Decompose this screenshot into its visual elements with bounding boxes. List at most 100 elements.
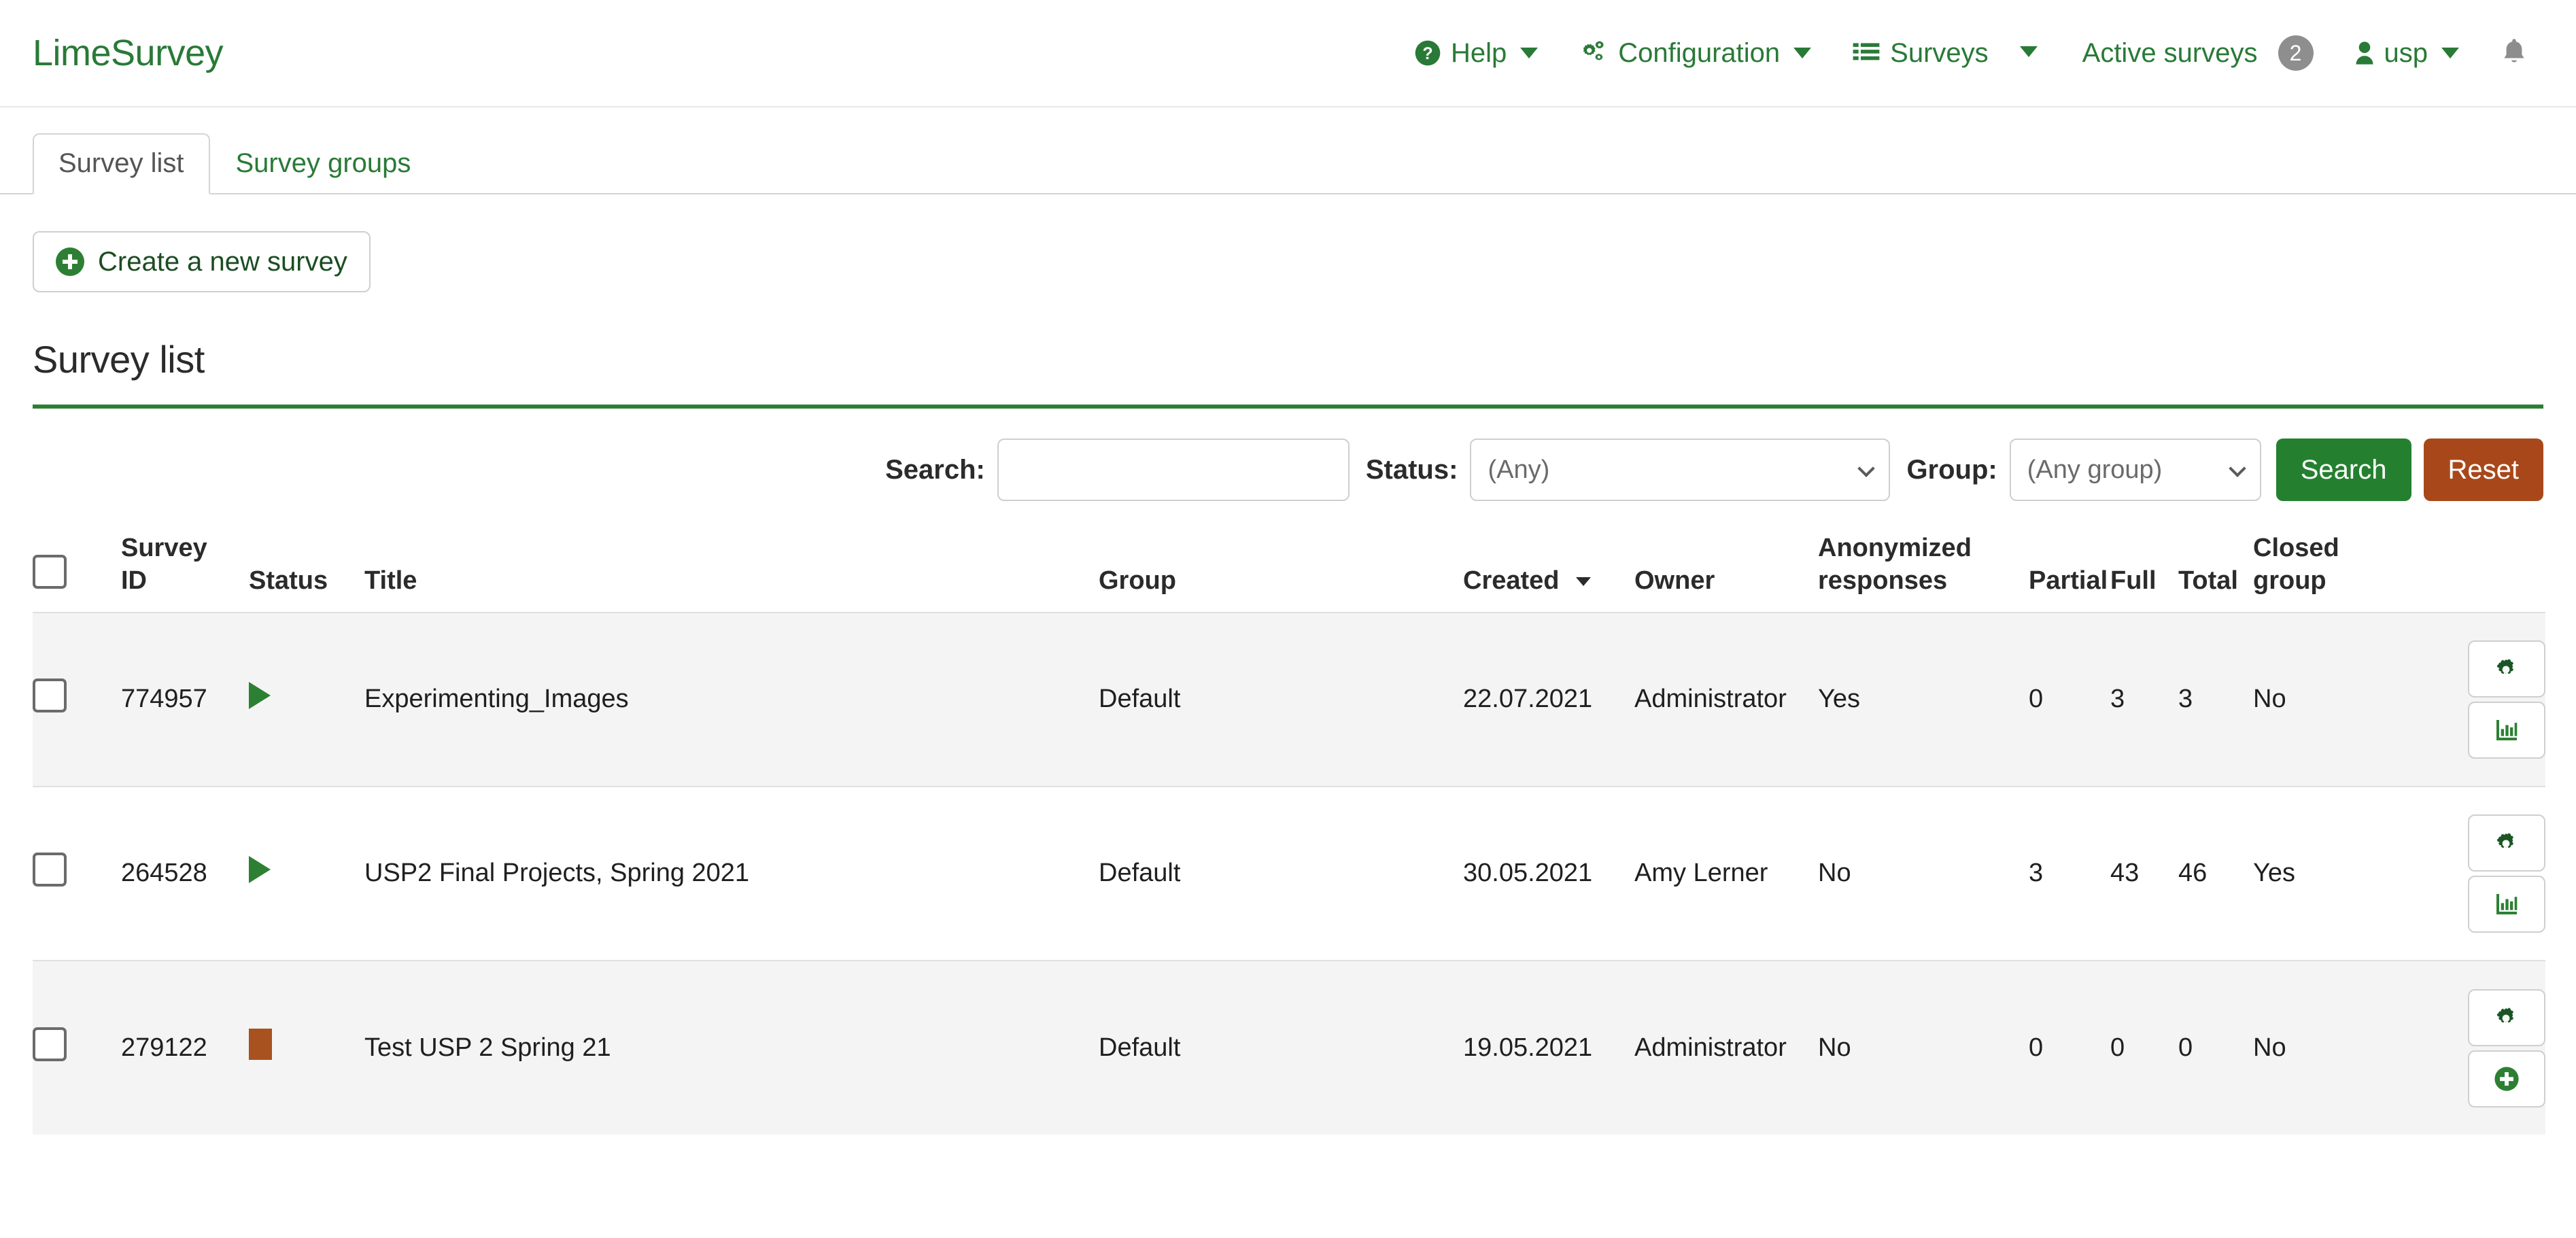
chevron-down-icon (1520, 48, 1539, 58)
table-row[interactable]: 774957 Experimenting_Images Default 22.0… (33, 612, 2545, 787)
search-label: Search: (885, 454, 985, 485)
table-row[interactable]: 264528 USP2 Final Projects, Spring 2021 … (33, 786, 2545, 961)
table-row[interactable]: 279122 Test USP 2 Spring 21 Default 19.0… (33, 960, 2545, 1135)
status-select-wrapper: (Any) (1470, 439, 1891, 501)
group-select-wrapper: (Any group) (2009, 439, 2261, 501)
group-label: Group: (1906, 454, 1997, 485)
filter-bar: Search: Status: (Any) Group: (Any group)… (33, 439, 2543, 501)
header-anonymized-responses[interactable]: Anonymized responses (1818, 532, 2029, 613)
search-button[interactable]: Search (2276, 439, 2411, 501)
nav-item-help[interactable]: ? Help (1394, 38, 1558, 69)
survey-statistics-button[interactable] (2468, 702, 2545, 759)
row-action-stack (2468, 814, 2545, 933)
stop-icon (249, 1028, 272, 1060)
status-label: Status: (1365, 454, 1458, 485)
header-partial[interactable]: Partial (2029, 532, 2110, 613)
cell-partial: 0 (2029, 612, 2110, 787)
play-icon (249, 856, 271, 884)
tabs-bottom-rule (0, 193, 2576, 194)
nav-item-surveys-label: Surveys (1890, 37, 1989, 68)
svg-text:?: ? (1422, 44, 1432, 63)
cell-created: 22.07.2021 (1463, 612, 1634, 787)
cell-group: Default (1099, 786, 1463, 961)
cell-owner: Administrator (1634, 960, 1818, 1135)
nav-item-help-label: Help (1450, 37, 1507, 68)
header-anon-line2: responses (1818, 566, 1948, 595)
row-checkbox[interactable] (33, 1027, 67, 1061)
select-all-checkbox[interactable] (33, 554, 67, 589)
header-survey-id-line1: Survey (121, 534, 207, 562)
cell-owner: Amy Lerner (1634, 786, 1818, 961)
cell-status (249, 960, 364, 1135)
header-created-label: Created (1463, 566, 1560, 595)
nav-item-user-menu[interactable]: usp (2334, 38, 2480, 69)
page-title: Survey list (33, 338, 205, 381)
status-select[interactable]: (Any) (1470, 439, 1891, 501)
group-select[interactable]: (Any group) (2009, 439, 2261, 501)
survey-list-table: Survey ID Status Title Group Created Own… (33, 532, 2545, 1135)
header-anon-line1: Anonymized (1818, 534, 1972, 562)
nav-right-group: ? Help Configuration Surveys Active surv… (1394, 35, 2528, 71)
tab-survey-groups[interactable]: Survey groups (210, 133, 437, 194)
cell-created: 19.05.2021 (1463, 960, 1634, 1135)
header-status[interactable]: Status (249, 532, 364, 613)
list-icon (1852, 39, 1881, 67)
header-survey-id-line2: ID (121, 566, 147, 595)
header-title[interactable]: Title (364, 532, 1099, 613)
header-full[interactable]: Full (2110, 532, 2178, 613)
cell-partial: 3 (2029, 786, 2110, 961)
nav-item-surveys[interactable]: Surveys (1832, 38, 2009, 69)
reset-button[interactable]: Reset (2423, 439, 2543, 501)
cell-total: 46 (2178, 786, 2253, 961)
row-checkbox[interactable] (33, 678, 67, 713)
tab-survey-list[interactable]: Survey list (33, 133, 210, 194)
survey-settings-button[interactable] (2468, 988, 2545, 1046)
cell-closed-group: No (2253, 612, 2416, 787)
cell-total: 0 (2178, 960, 2253, 1135)
survey-settings-button[interactable] (2468, 640, 2545, 698)
cell-title[interactable]: Test USP 2 Spring 21 (364, 960, 1099, 1135)
create-new-survey-button[interactable]: Create a new survey (33, 231, 371, 292)
active-surveys-count-badge: 2 (2278, 35, 2314, 71)
survey-statistics-button[interactable] (2468, 876, 2545, 933)
table-header-row: Survey ID Status Title Group Created Own… (33, 532, 2545, 613)
survey-settings-button[interactable] (2468, 814, 2545, 872)
cell-full: 43 (2110, 786, 2178, 961)
tab-survey-groups-label: Survey groups (235, 148, 411, 178)
nav-item-active-surveys-label: Active surveys (2082, 37, 2258, 68)
cell-status (249, 612, 364, 787)
header-group[interactable]: Group (1099, 532, 1463, 613)
header-total[interactable]: Total (2178, 532, 2253, 613)
tab-list: Survey list Survey groups (33, 133, 2576, 194)
add-survey-participant-button[interactable] (2468, 1050, 2545, 1107)
row-select-cell (33, 786, 121, 961)
cell-total: 3 (2178, 612, 2253, 787)
select-all-header (33, 532, 121, 613)
tab-survey-list-label: Survey list (58, 148, 184, 178)
cell-anonymized: No (1818, 786, 2029, 961)
header-actions (2416, 532, 2545, 613)
cell-title[interactable]: Experimenting_Images (364, 612, 1099, 787)
page-title-underline (33, 405, 2543, 409)
header-created[interactable]: Created (1463, 532, 1634, 613)
bell-icon (2500, 38, 2528, 70)
notifications-button[interactable] (2479, 36, 2528, 71)
play-icon (249, 682, 271, 710)
cell-survey-id: 774957 (121, 612, 249, 787)
circle-plus-icon (56, 247, 84, 276)
header-survey-id[interactable]: Survey ID (121, 532, 249, 613)
surveys-dropdown-toggle[interactable] (2009, 46, 2062, 61)
header-closed-group[interactable]: Closed group (2253, 532, 2416, 613)
nav-item-active-surveys[interactable]: Active surveys 2 (2062, 35, 2334, 71)
header-owner[interactable]: Owner (1634, 532, 1818, 613)
tabs-container: Survey list Survey groups (0, 107, 2576, 194)
search-input[interactable] (997, 439, 1350, 501)
cell-actions (2416, 960, 2545, 1135)
nav-item-configuration[interactable]: Configuration (1558, 38, 1832, 69)
row-checkbox[interactable] (33, 853, 67, 887)
create-new-survey-label: Create a new survey (98, 247, 347, 277)
app-logo[interactable]: LimeSurvey (33, 32, 224, 74)
cell-anonymized: Yes (1818, 612, 2029, 787)
user-icon (2354, 39, 2375, 67)
cell-title[interactable]: USP2 Final Projects, Spring 2021 (364, 786, 1099, 961)
